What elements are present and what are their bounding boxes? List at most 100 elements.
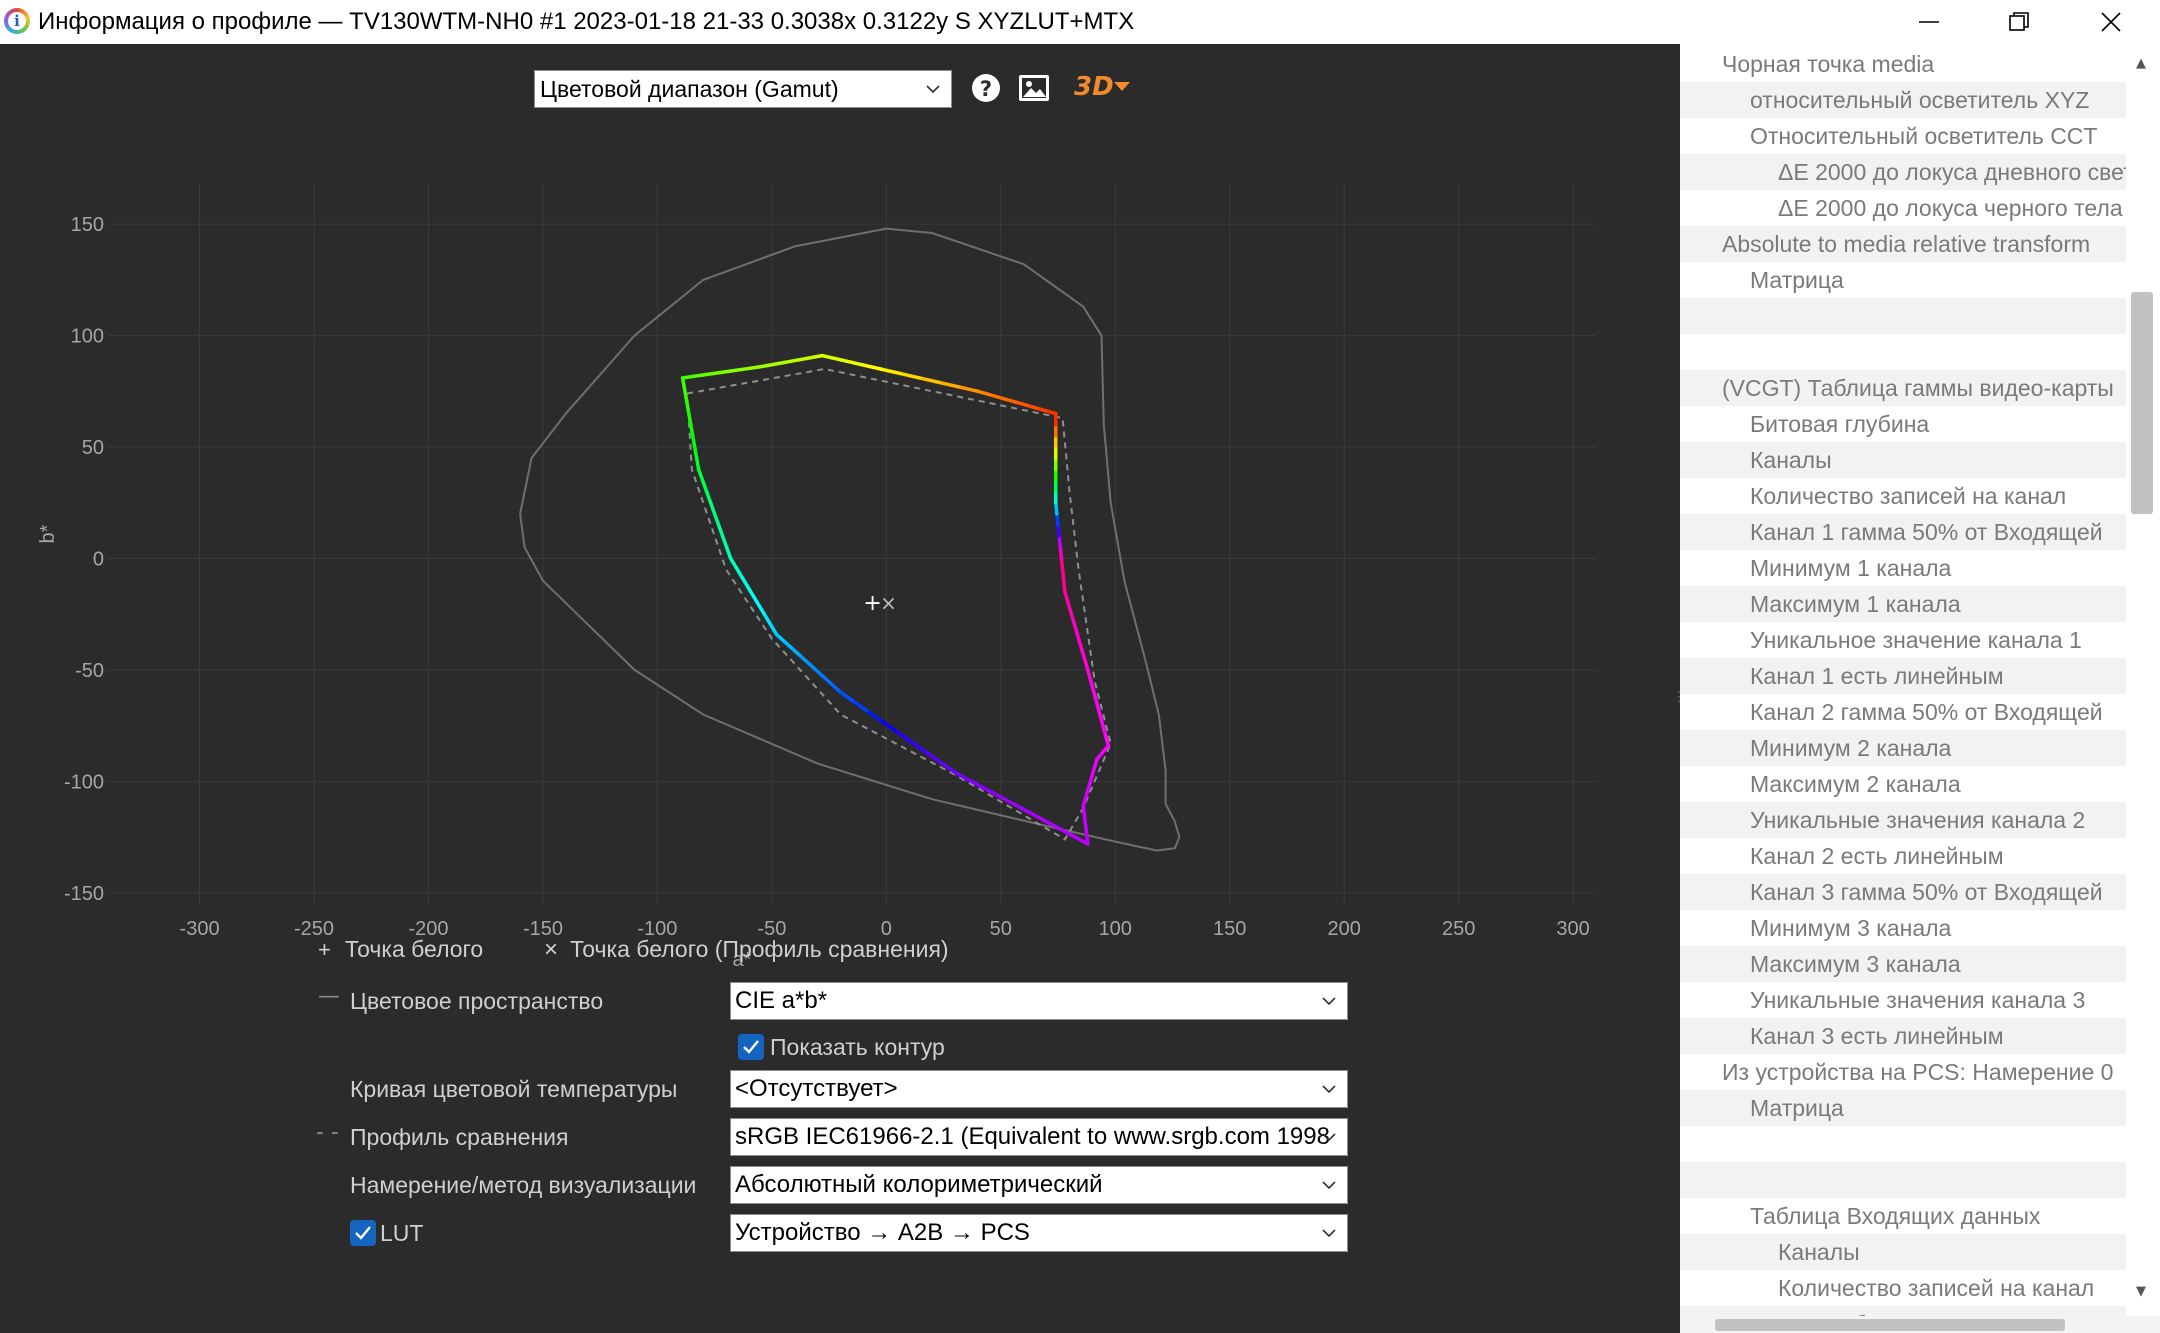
cct-label: Кривая цветовой температуры (350, 1076, 678, 1102)
tree-row[interactable]: Матрица (1680, 262, 2126, 298)
minimize-button[interactable] (1884, 0, 1974, 44)
tree-row[interactable]: Относительный осветитель CCT (1680, 118, 2126, 154)
tree-row[interactable] (1680, 298, 2126, 334)
x-tick-label: 300 (1556, 918, 1589, 940)
compare-profile-select[interactable]: sRGB IEC61966-2.1 (Equivalent to www.srg… (730, 1118, 1348, 1156)
x-tick-label: 150 (1213, 918, 1246, 940)
tree-row-label: Канал 2 гамма 50% от Входящей (1750, 699, 2103, 725)
tree-row[interactable]: Уникальные значения канала 3 (1680, 982, 2126, 1018)
tree-row[interactable]: Количество записей на канал (1680, 478, 2126, 514)
tree-row[interactable]: Битовая глубина (1680, 406, 2126, 442)
tree-row[interactable]: Канал 2 есть линейным (1680, 838, 2126, 874)
tree-row[interactable]: Матрица (1680, 1090, 2126, 1126)
chevron-down-icon (926, 85, 940, 94)
tree-row[interactable]: Минимум 3 канала (1680, 910, 2126, 946)
tree-row[interactable]: Уникальное значение канала 1 (1680, 622, 2126, 658)
checkmark-icon (743, 1040, 759, 1054)
tree-row-label: Уникальные значения канала 2 (1750, 807, 2086, 833)
tree-row-label: Из устройства на PCS: Намерение 0 (1722, 1059, 2114, 1085)
white-point-label: Точка белого (344, 936, 484, 962)
lut-checkbox[interactable] (350, 1220, 376, 1246)
white-point-marker: + (863, 591, 881, 616)
chevron-down-icon (1322, 1229, 1336, 1238)
show-outline-checkbox[interactable] (738, 1034, 764, 1060)
app-icon-glyph: i (8, 12, 26, 30)
scroll-down-arrow-icon[interactable]: ▼ (2136, 1284, 2146, 1299)
tree-row[interactable]: Канал 1 есть линейным (1680, 658, 2126, 694)
tree-row-label: Относительный осветитель CCT (1750, 123, 2098, 149)
tree-row[interactable]: Максимум 3 канала (1680, 946, 2126, 982)
tree-row[interactable]: Канал 3 есть линейным (1680, 1018, 2126, 1054)
tree-row[interactable]: Каналы (1680, 442, 2126, 478)
tree-row[interactable] (1680, 1126, 2126, 1162)
close-button[interactable] (2066, 0, 2156, 44)
scrollbar-thumb[interactable] (2131, 292, 2153, 514)
view-type-select[interactable]: Цветовой диапазон (Gamut) (534, 70, 952, 108)
tree-horizontal-scrollbar[interactable] (1680, 1316, 2160, 1333)
tree-row-label: Таблица Входящих данных (1750, 1203, 2041, 1229)
scroll-up-arrow-icon[interactable]: ▲ (2136, 56, 2146, 71)
image-icon[interactable] (1018, 74, 1050, 102)
tree-row[interactable]: Уникальные значения канала 2 (1680, 802, 2126, 838)
gamut-boundary-segment (708, 501, 717, 516)
tree-row[interactable]: Минимум 2 канала (1680, 730, 2126, 766)
tree-row[interactable]: Из устройства на PCS: Намерение 0 (1680, 1054, 2126, 1090)
lut-select[interactable]: Устройство → A2B → PCS (730, 1214, 1348, 1252)
tree-row-label: Канал 1 гамма 50% от Входящей (1750, 519, 2103, 545)
colorspace-select[interactable]: CIE a*b* (730, 982, 1348, 1020)
tree-row[interactable]: Absolute to media relative transform (1680, 226, 2126, 262)
tree-row[interactable]: Канал 1 гамма 50% от Входящей (1680, 514, 2126, 550)
chevron-down-icon (1322, 1085, 1336, 1094)
gamut-boundary-segment (924, 750, 943, 765)
tree-row-label: Матрица (1750, 1095, 1844, 1121)
help-icon[interactable]: ? (970, 72, 1002, 104)
y-tick-label: 150 (71, 214, 104, 236)
gamut-boundary-segment (820, 353, 844, 362)
tree-row-label: Чорная точка media (1722, 51, 1935, 77)
tree-row-label: Уникальные значения канала 3 (1750, 987, 2086, 1013)
x-tick-label: 100 (1099, 918, 1132, 940)
gamut-plot: -300 -250 -200 -150 -100 -50 0 50 100 150 200 250 30… (37, 184, 1596, 971)
tree-row[interactable]: CLUT - таблица поиска цветов (1680, 1306, 2126, 1316)
tree-row-label: Уникальное значение канала 1 (1750, 627, 2082, 653)
tree-row[interactable] (1680, 1162, 2126, 1198)
3d-view-button[interactable]: 3D (1072, 70, 1132, 106)
chevron-down-icon (1322, 1181, 1336, 1190)
compare-profile-label: Профиль сравнения (350, 1124, 569, 1150)
tree-row-label: относительный осветитель XYZ (1750, 87, 2090, 113)
tree-row[interactable]: ΔE 2000 до локуса черного тела (1680, 190, 2126, 226)
tree-row[interactable]: Канал 2 гамма 50% от Входящей (1680, 694, 2126, 730)
tree-row-label: Матрица (1750, 267, 1844, 293)
y-tick-label: -100 (64, 771, 104, 793)
tree-row[interactable]: Каналы (1680, 1234, 2126, 1270)
restore-button[interactable] (1974, 0, 2064, 44)
y-tick-label: 50 (82, 437, 104, 459)
compare-profile-value: sRGB IEC61966-2.1 (Equivalent to www.srg… (735, 1123, 1330, 1150)
tree-row[interactable]: Чорная точка media (1680, 46, 2126, 82)
cct-select[interactable]: <Отсутствует> (730, 1070, 1348, 1108)
show-outline-label: Показать контур (770, 1034, 945, 1060)
tree-row[interactable]: ΔE 2000 до локуса дневного света (1680, 154, 2126, 190)
tree-vertical-scrollbar[interactable]: ▲ ▼ (2126, 44, 2160, 1316)
main-panel: Цветовой диапазон (Gamut) ? 3D -300 -250-… (0, 44, 1668, 1333)
panel-splitter[interactable]: ⋮ (1668, 44, 1686, 1333)
tree-row[interactable]: Таблица Входящих данных (1680, 1198, 2126, 1234)
tree-row-label: Количество записей на канал (1750, 483, 2067, 509)
tree-row-label: Канал 1 есть линейным (1750, 663, 2004, 689)
tree-row-label: Максимум 2 канала (1750, 771, 1961, 797)
tree-row[interactable]: относительный осветитель XYZ (1680, 82, 2126, 118)
gamut-boundary-segment (937, 380, 961, 389)
tree-row[interactable]: Количество записей на канал (1680, 1270, 2126, 1306)
tree-row[interactable]: Максимум 2 канала (1680, 766, 2126, 802)
gamut-boundary-segment (1019, 806, 1040, 819)
tree-row[interactable]: Минимум 1 канала (1680, 550, 2126, 586)
tree-row[interactable]: Максимум 1 канала (1680, 586, 2126, 622)
svg-text:?: ? (980, 77, 992, 101)
tree-row[interactable] (1680, 334, 2126, 370)
white-point-legend: + Точка белого (318, 936, 483, 963)
intent-select[interactable]: Абсолютный колориметрический (730, 1166, 1348, 1204)
horizontal-scrollbar-thumb[interactable] (1715, 1319, 2065, 1331)
tree-row[interactable]: (VCGT) Таблица гаммы видео-карты (1680, 370, 2126, 406)
y-axis-label: b* (37, 524, 59, 543)
tree-row[interactable]: Канал 3 гамма 50% от Входящей (1680, 874, 2126, 910)
